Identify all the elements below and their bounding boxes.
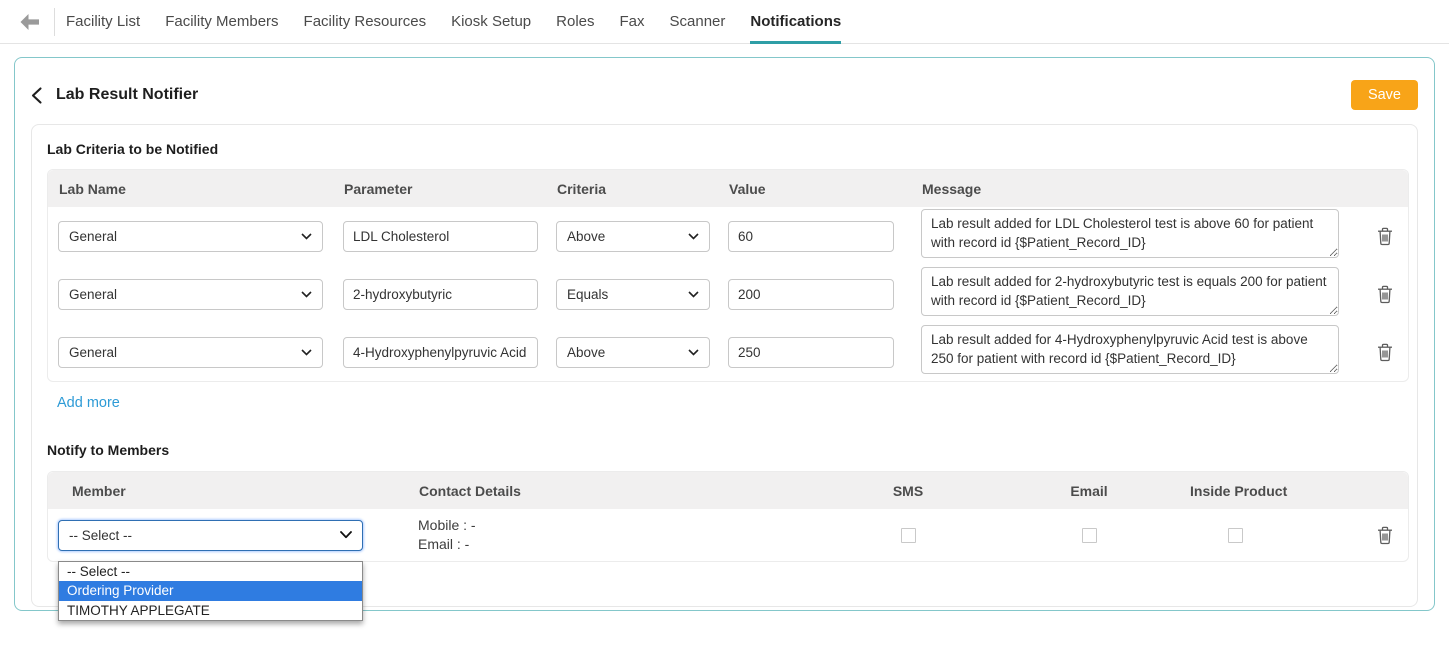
value-input[interactable] xyxy=(728,337,894,368)
lab-name-select[interactable]: General xyxy=(58,279,323,310)
delete-row-button[interactable] xyxy=(1375,283,1395,306)
back-chevron-icon[interactable] xyxy=(31,87,43,104)
column-header-inside-product: Inside Product xyxy=(1190,483,1280,499)
trash-icon xyxy=(1377,343,1393,362)
column-header-message: Message xyxy=(911,181,1351,197)
tab-facility-resources[interactable]: Facility Resources xyxy=(304,0,427,44)
criteria-select[interactable]: Above xyxy=(556,221,710,252)
notify-members-section-title: Notify to Members xyxy=(47,442,1402,458)
criteria-selected-value: Above xyxy=(567,229,605,244)
trash-icon xyxy=(1377,526,1393,545)
parameter-input[interactable] xyxy=(343,221,538,252)
dropdown-option-timothy-applegate[interactable]: TIMOTHY APPLEGATE xyxy=(59,601,362,621)
lab-criteria-table: Lab Name Parameter Criteria Value Messag… xyxy=(47,169,1409,382)
member-dropdown-list: -- Select -- Ordering Provider TIMOTHY A… xyxy=(58,561,363,622)
column-header-lab-name: Lab Name xyxy=(48,181,333,197)
criteria-select[interactable]: Equals xyxy=(556,279,710,310)
column-header-email: Email xyxy=(988,483,1190,499)
chevron-down-icon xyxy=(688,349,699,356)
parameter-input[interactable] xyxy=(343,279,538,310)
criteria-select[interactable]: Above xyxy=(556,337,710,368)
delete-member-row-button[interactable] xyxy=(1375,524,1395,547)
back-arrow-icon[interactable] xyxy=(18,12,42,32)
tab-fax[interactable]: Fax xyxy=(620,0,645,44)
delete-row-button[interactable] xyxy=(1375,225,1395,248)
message-textarea[interactable]: Lab result added for 4-Hydroxyphenylpyru… xyxy=(921,325,1339,374)
tab-kiosk-setup[interactable]: Kiosk Setup xyxy=(451,0,531,44)
chevron-down-icon xyxy=(301,349,312,356)
column-header-parameter: Parameter xyxy=(333,181,546,197)
value-input[interactable] xyxy=(728,221,894,252)
member-select[interactable]: -- Select -- xyxy=(58,520,363,551)
column-header-member: Member xyxy=(48,483,408,499)
table-row: General Above Lab result added for 4-Hyd… xyxy=(48,323,1408,381)
column-header-contact-details: Contact Details xyxy=(408,483,828,499)
save-button[interactable]: Save xyxy=(1351,80,1418,110)
notify-members-table: Member Contact Details SMS Email Inside … xyxy=(47,471,1409,562)
title-row: Lab Result Notifier Save xyxy=(15,58,1434,110)
email-checkbox[interactable] xyxy=(1082,528,1097,543)
table-row: -- Select -- -- Select -- Ordering Provi… xyxy=(48,509,1408,561)
table-row: General Above Lab result added for LDL C… xyxy=(48,207,1408,265)
dropdown-option-select[interactable]: -- Select -- xyxy=(59,562,362,582)
contact-mobile: Mobile : - xyxy=(418,516,828,535)
delete-row-button[interactable] xyxy=(1375,341,1395,364)
column-header-criteria: Criteria xyxy=(546,181,718,197)
chevron-down-icon xyxy=(340,531,352,539)
page-title: Lab Result Notifier xyxy=(56,86,198,104)
notifier-card: Lab Criteria to be Notified Lab Name Par… xyxy=(31,124,1418,607)
lab-name-selected-value: General xyxy=(69,229,117,244)
lab-criteria-section-title: Lab Criteria to be Notified xyxy=(47,141,1402,157)
tab-roles[interactable]: Roles xyxy=(556,0,594,44)
tab-facility-list[interactable]: Facility List xyxy=(66,0,140,44)
sms-checkbox[interactable] xyxy=(901,528,916,543)
facility-tabs: Facility List Facility Members Facility … xyxy=(66,0,841,44)
chevron-down-icon xyxy=(301,291,312,298)
top-navigation-bar: Facility List Facility Members Facility … xyxy=(0,0,1449,44)
trash-icon xyxy=(1377,227,1393,246)
value-input[interactable] xyxy=(728,279,894,310)
member-selected-value: -- Select -- xyxy=(69,528,132,543)
lab-name-selected-value: General xyxy=(69,345,117,360)
lab-result-notifier-panel: Lab Result Notifier Save Lab Criteria to… xyxy=(14,57,1435,611)
add-more-link[interactable]: Add more xyxy=(57,395,120,411)
notify-members-table-header: Member Contact Details SMS Email Inside … xyxy=(48,472,1408,509)
tab-notifications[interactable]: Notifications xyxy=(750,0,841,44)
tab-facility-members[interactable]: Facility Members xyxy=(165,0,278,44)
topbar-divider xyxy=(54,8,55,36)
column-header-value: Value xyxy=(718,181,911,197)
inside-product-checkbox[interactable] xyxy=(1228,528,1243,543)
contact-email: Email : - xyxy=(418,535,828,554)
chevron-down-icon xyxy=(688,291,699,298)
criteria-selected-value: Equals xyxy=(567,287,608,302)
lab-criteria-table-header: Lab Name Parameter Criteria Value Messag… xyxy=(48,170,1408,207)
lab-name-select[interactable]: General xyxy=(58,337,323,368)
chevron-down-icon xyxy=(301,233,312,240)
lab-name-select[interactable]: General xyxy=(58,221,323,252)
contact-details: Mobile : - Email : - xyxy=(408,516,828,554)
parameter-input[interactable] xyxy=(343,337,538,368)
table-row: General Equals Lab result added for 2-hy… xyxy=(48,265,1408,323)
dropdown-option-ordering-provider[interactable]: Ordering Provider xyxy=(59,581,362,601)
criteria-selected-value: Above xyxy=(567,345,605,360)
tab-scanner[interactable]: Scanner xyxy=(670,0,726,44)
message-textarea[interactable]: Lab result added for LDL Cholesterol tes… xyxy=(921,209,1339,258)
lab-name-selected-value: General xyxy=(69,287,117,302)
message-textarea[interactable]: Lab result added for 2-hydroxybutyric te… xyxy=(921,267,1339,316)
chevron-down-icon xyxy=(688,233,699,240)
column-header-sms: SMS xyxy=(828,483,988,499)
trash-icon xyxy=(1377,285,1393,304)
